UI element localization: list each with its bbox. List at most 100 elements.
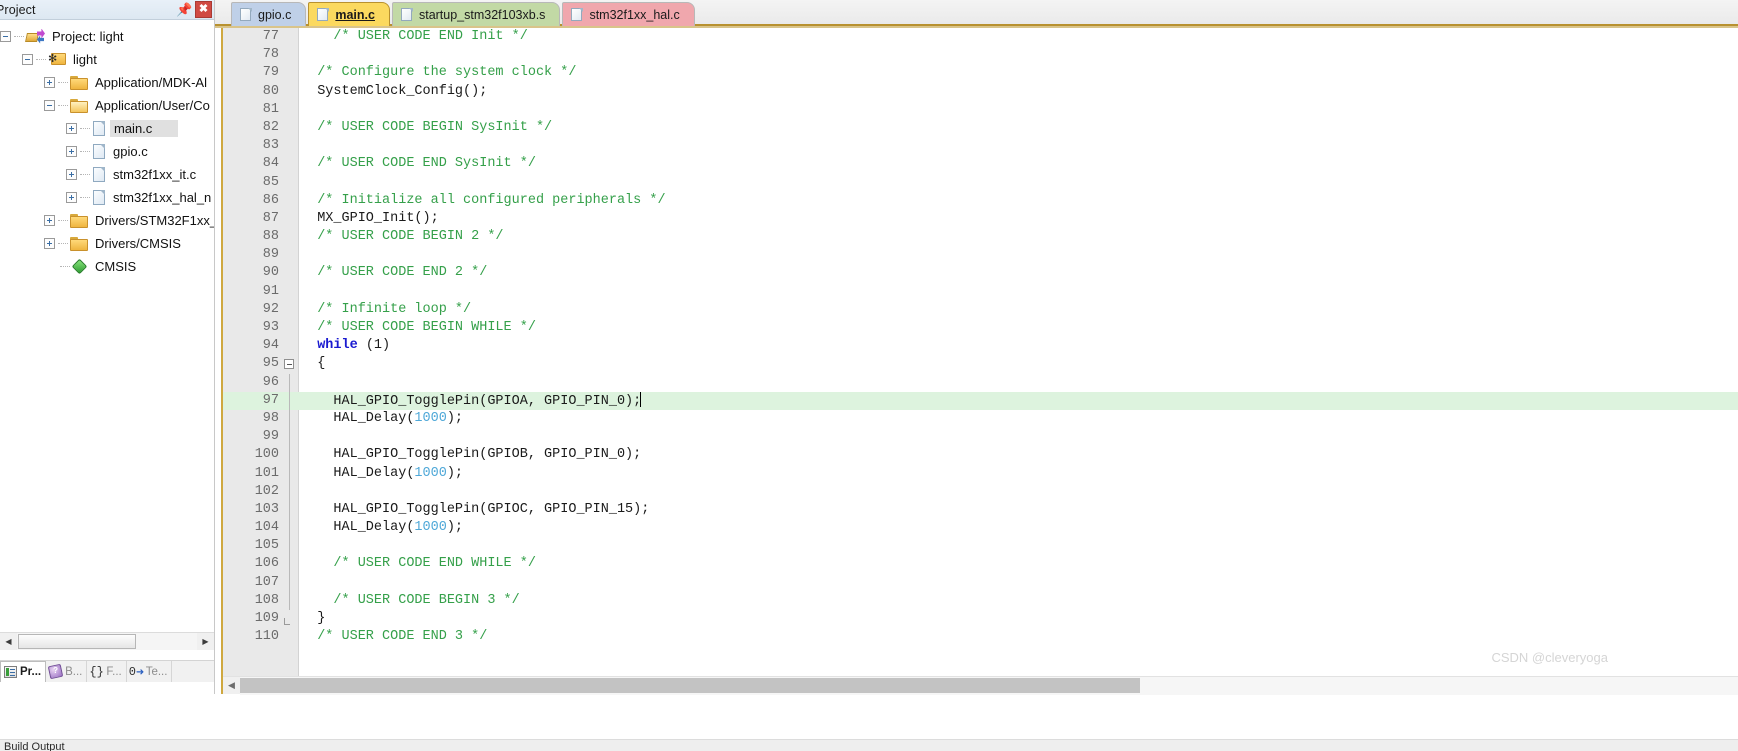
code-text-area[interactable]: 77 /* USER CODE END Init */78 79 /* Confi… [223, 28, 1738, 676]
code-line[interactable]: 102 [223, 482, 1738, 501]
code-line[interactable]: 100 HAL_GPIO_TogglePin(GPIOB, GPIO_PIN_0… [223, 446, 1738, 465]
tree-item-drivers-stm32f1xx[interactable]: Drivers/STM32F1xx_ [0, 209, 214, 232]
tree-expander-toggle[interactable] [44, 77, 55, 88]
code-line[interactable]: 79 /* Configure the system clock */ [223, 64, 1738, 82]
code-line[interactable]: 99 [223, 428, 1738, 447]
panel-tab-label: Te... [145, 665, 168, 678]
line-number: 104 [254, 520, 279, 536]
panel-tab-b[interactable]: ? B... [46, 661, 88, 682]
tree-item-label: Application/MDK-Al [95, 75, 207, 90]
fold-collapse-icon[interactable] [284, 359, 294, 370]
panel-tab-te[interactable]: 0➜ Te... [127, 661, 173, 682]
tree-item-label: stm32f1xx_it.c [113, 167, 197, 182]
tree-expander-toggle[interactable] [66, 146, 77, 157]
text-cursor [640, 391, 642, 407]
code-line[interactable]: 91 [223, 283, 1738, 301]
line-number: 78 [262, 47, 279, 63]
code-line-text: while (1) [301, 337, 390, 355]
code-line[interactable]: 86 /* Initialize all configured peripher… [223, 192, 1738, 210]
code-line[interactable]: 96 [223, 373, 1738, 392]
code-line[interactable]: 89 [223, 246, 1738, 264]
line-number: 87 [262, 210, 279, 226]
code-line[interactable]: 87 MX_GPIO_Init(); [223, 210, 1738, 228]
code-line[interactable]: 78 [223, 46, 1738, 64]
editor-scrollbar-track[interactable] [240, 676, 1738, 695]
code-line[interactable]: 77 /* USER CODE END Init */ [223, 28, 1738, 46]
templates-icon: 0➜ [128, 664, 145, 679]
code-line[interactable]: 90 /* USER CODE END 2 */ [223, 264, 1738, 282]
editor-tab-main-c[interactable]: main.c [308, 2, 390, 26]
close-icon[interactable]: ✖ [195, 1, 212, 18]
tree-expander-toggle[interactable] [22, 54, 33, 65]
code-line[interactable]: 110 /* USER CODE END 3 */ [223, 628, 1738, 646]
line-number: 107 [254, 574, 279, 590]
tree-item-main-c[interactable]: main.c [0, 117, 214, 140]
editor-region: gpio.c main.c startup_stm32f103xb.s stm32f1… [215, 0, 1738, 695]
scrollbar-thumb[interactable] [18, 633, 136, 649]
editor-tab-stm32f1xx-hal-c[interactable]: stm32f1xx_hal.c [562, 2, 695, 26]
code-token: while [317, 338, 358, 354]
tree-expander-toggle[interactable] [44, 215, 55, 226]
code-line[interactable]: 81 [223, 101, 1738, 119]
code-line[interactable]: 82 /* USER CODE BEGIN SysInit */ [223, 119, 1738, 137]
code-line[interactable]: 80 SystemClock_Config(); [223, 83, 1738, 101]
code-line[interactable]: 108 /* USER CODE BEGIN 3 */ [223, 591, 1738, 610]
tree-item-cmsis[interactable]: CMSIS [0, 255, 214, 278]
code-token: HAL_GPIO_TogglePin(GPIOB, GPIO_PIN_0); [301, 447, 642, 463]
panel-tab-f[interactable]: {} F... [87, 661, 127, 682]
tree-expander-toggle[interactable] [0, 31, 11, 42]
editor-scrollbar-thumb[interactable] [240, 677, 1140, 693]
code-editor[interactable]: 77 /* USER CODE END Init */78 79 /* Confi… [221, 28, 1738, 695]
scroll-left-arrow-icon[interactable]: ◀ [0, 632, 17, 650]
code-line[interactable]: 95 { [223, 355, 1738, 373]
code-line[interactable]: 107 [223, 573, 1738, 592]
tree-item-drivers-cmsis[interactable]: Drivers/CMSIS [0, 232, 214, 255]
code-line[interactable]: 101 HAL_Delay(1000); [223, 464, 1738, 483]
tree-item-stm32f1xx-hal-n[interactable]: stm32f1xx_hal_n [0, 186, 214, 209]
code-line[interactable]: 104 HAL_Delay(1000); [223, 519, 1738, 538]
editor-scroll-left-arrow-icon[interactable]: ◀ [223, 677, 240, 694]
target-icon: ✻ [48, 52, 66, 67]
code-line[interactable]: 105 [223, 537, 1738, 556]
code-line-current[interactable]: 97 HAL_GPIO_TogglePin(GPIOA, GPIO_PIN_0)… [223, 391, 1738, 410]
tree-expander-toggle[interactable] [44, 100, 55, 111]
scrollbar-track[interactable] [17, 632, 197, 650]
pin-icon[interactable]: 📌 [176, 1, 193, 18]
tree-expander-toggle[interactable] [66, 192, 77, 203]
code-line[interactable]: 83 [223, 137, 1738, 155]
code-token: /* USER CODE BEGIN 3 */ [301, 592, 520, 608]
code-line[interactable]: 85 [223, 174, 1738, 192]
code-line[interactable]: 109 } [223, 610, 1738, 628]
scroll-right-arrow-icon[interactable]: ▶ [197, 632, 214, 650]
code-line[interactable]: 103 HAL_GPIO_TogglePin(GPIOC, GPIO_PIN_1… [223, 500, 1738, 520]
tree-item-project-light[interactable]: Project: light [0, 25, 214, 48]
project-tree-horizontal-scrollbar[interactable]: ◀ ▶ [0, 632, 214, 650]
code-line[interactable]: 98 HAL_Delay(1000); [223, 409, 1738, 429]
panel-tab-pr[interactable]: Pr... [0, 661, 47, 682]
code-line[interactable]: 88 /* USER CODE BEGIN 2 */ [223, 228, 1738, 246]
tree-item-application-user-co[interactable]: Application/User/Co [0, 94, 214, 117]
tree-item-label: Project: light [52, 29, 124, 44]
editor-tab-label: main.c [335, 7, 375, 22]
code-line[interactable]: 106 /* USER CODE END WHILE */ [223, 555, 1738, 574]
tree-item-stm32f1xx-it-c[interactable]: stm32f1xx_it.c [0, 163, 214, 186]
tree-item-gpio-c[interactable]: gpio.c [0, 140, 214, 163]
code-line[interactable]: 94 while (1) [223, 337, 1738, 355]
tree-expander-toggle[interactable] [66, 123, 77, 134]
editor-horizontal-scrollbar[interactable]: ◀ [223, 676, 1738, 695]
tree-expander-toggle[interactable] [66, 169, 77, 180]
code-line[interactable]: 84 /* USER CODE END SysInit */ [223, 155, 1738, 173]
tree-connector [80, 174, 90, 175]
editor-tab-gpio-c[interactable]: gpio.c [231, 2, 307, 26]
tree-item-label: main.c [110, 120, 179, 137]
tree-item-light[interactable]: ✻ light [0, 48, 214, 71]
code-token: /* Infinite loop */ [301, 301, 472, 317]
project-panel-bottom-tabs: Pr...? B...{} F... 0➜ Te... [0, 660, 214, 682]
code-line-text: HAL_Delay(1000); [301, 519, 463, 537]
tree-expander-toggle[interactable] [44, 238, 55, 249]
editor-tab-startup-stm32f103xb-s[interactable]: startup_stm32f103xb.s [391, 2, 561, 26]
code-line[interactable]: 93 /* USER CODE BEGIN WHILE */ [223, 319, 1738, 337]
code-line[interactable]: 92 /* Infinite loop */ [223, 301, 1738, 319]
code-token: HAL_Delay( [301, 410, 415, 426]
tree-item-application-mdk-al[interactable]: Application/MDK-Al [0, 71, 214, 94]
